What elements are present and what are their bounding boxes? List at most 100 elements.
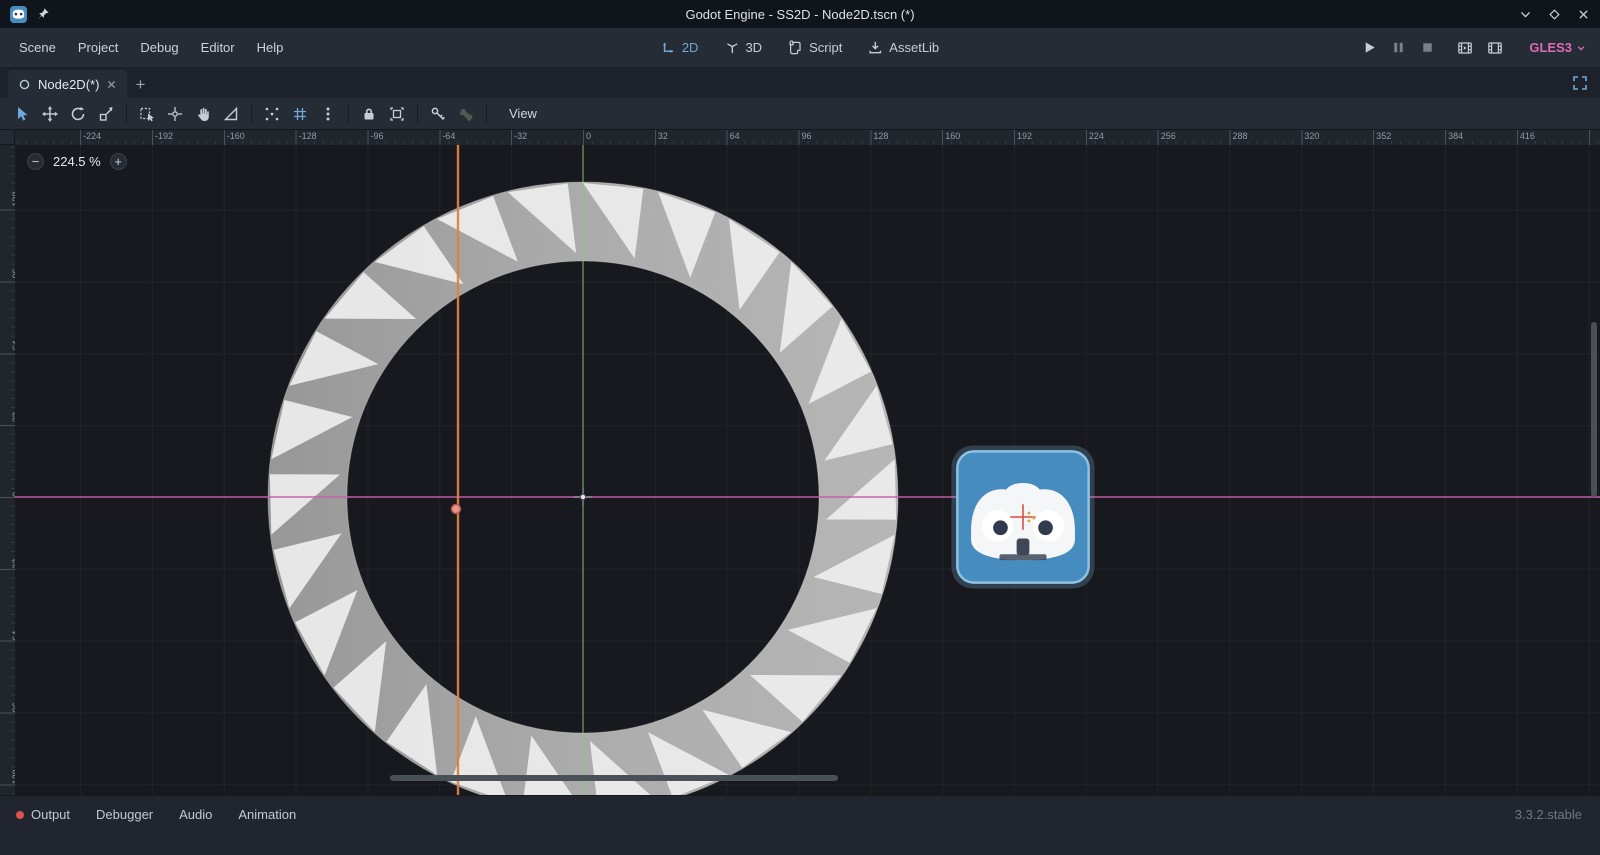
workspace-assetlib[interactable]: AssetLib [868,40,939,55]
shade-icon[interactable] [1519,8,1532,21]
3d-icon [724,40,739,55]
zoom-out-button[interactable]: − [27,153,44,170]
menu-editor[interactable]: Editor [190,40,246,55]
view-menu-button[interactable]: View [499,106,547,121]
menu-project[interactable]: Project [67,40,129,55]
toolbar-separator [251,104,252,124]
pause-button[interactable] [1391,40,1406,55]
ruler-left-label: 32 [11,559,15,569]
list-select-tool-icon[interactable] [133,101,161,127]
ruler-top-label: -64 [442,131,455,141]
play-custom-scene-button[interactable] [1487,40,1503,56]
titlebar: Godot Engine - SS2D - Node2D.tscn (*) [0,0,1600,28]
godot-chin [999,554,1046,560]
workspace-3d[interactable]: 3D [724,40,762,55]
assetlib-icon [868,40,883,55]
zoom-in-button[interactable]: + [110,153,127,170]
ruler-top[interactable]: -224-192-160-128-96-64-32032649612816019… [15,130,1600,145]
ruler-top-label: 256 [1161,131,1176,141]
pin-icon[interactable] [36,7,50,21]
move-tool-icon[interactable] [36,101,64,127]
engine-version: 3.3.2.stable [1515,805,1586,822]
ruler-top-label: 384 [1448,131,1463,141]
node2d-icon [18,78,31,91]
add-scene-tab-button[interactable]: + [127,72,153,98]
bottom-tab-output[interactable]: Output [14,805,83,824]
ruler-top-label: 416 [1520,131,1535,141]
maximize-icon[interactable] [1548,8,1561,21]
ruler-left-label: 96 [11,703,15,713]
toolbar-separator [486,104,487,124]
ruler-top-label: 192 [1017,131,1032,141]
godot-eye-left [993,520,1008,535]
vertical-scrollbar[interactable] [1591,322,1597,497]
play-button[interactable] [1362,40,1377,55]
ruler-corner [0,130,15,145]
lock-object-icon[interactable] [355,101,383,127]
scene-tab-node2d[interactable]: Node2D(*) [8,70,127,98]
group-object-icon[interactable] [383,101,411,127]
select-tool-icon[interactable] [8,101,36,127]
ruler-top-label: -96 [370,131,383,141]
2d-viewport[interactable]: − 224.5 % + [15,145,1600,795]
ruler-top-label: -128 [299,131,317,141]
ruler-left-label: 0 [11,492,15,497]
menu-scene[interactable]: Scene [8,40,67,55]
canvas-toolbar: View [0,98,1600,130]
origin-gizmo [574,488,592,506]
ruler-tool-icon[interactable] [217,101,245,127]
ruler-left-label: 64 [11,631,15,641]
stop-button[interactable] [1420,40,1435,55]
main-menus: Scene Project Debug Editor Help [0,40,294,55]
godot-editor-window: Godot Engine - SS2D - Node2D.tscn (*) Sc… [0,0,1600,855]
key-tool-icon[interactable] [424,101,452,127]
renderer-select[interactable]: GLES3 [1529,40,1586,55]
ruler-top-label: 32 [658,131,668,141]
grid-snap-icon[interactable] [286,101,314,127]
toolbar-separator [126,104,127,124]
workspace-2d[interactable]: 2D [661,40,699,55]
canvas-workspace: -224-192-160-128-96-64-32032649612816019… [0,130,1600,795]
bottom-tab-animation[interactable]: Animation [225,805,309,824]
menubar: Scene Project Debug Editor Help 2D 3D Sc… [0,28,1600,68]
ruler-left-label: -32 [11,412,15,425]
rotate-tool-icon[interactable] [64,101,92,127]
ruler-left-label: -64 [11,340,15,353]
smart-snap-icon[interactable] [258,101,286,127]
script-icon [788,40,803,55]
ruler-top-label: 288 [1233,131,1248,141]
scale-tool-icon[interactable] [92,101,120,127]
ruler-top-label: 224 [1089,131,1104,141]
ruler-top-label: 96 [802,131,812,141]
tab-close-icon[interactable] [106,79,117,90]
ruler-left-label: 128 [11,769,15,784]
scene-canvas[interactable] [15,145,1600,795]
ruler-left[interactable]: -128-96-64-320326496128 [0,145,15,795]
distraction-free-icon[interactable] [1572,75,1588,91]
bottom-tab-audio[interactable]: Audio [166,805,225,824]
menu-help[interactable]: Help [246,40,295,55]
window-title: Godot Engine - SS2D - Node2D.tscn (*) [0,7,1600,22]
snap-options-icon[interactable] [314,101,342,127]
play-scene-button[interactable] [1457,40,1473,56]
godot-icon-sprite[interactable] [951,445,1094,588]
ruler-top-label: 320 [1304,131,1319,141]
close-icon[interactable] [1577,8,1590,21]
error-indicator-dot [16,811,24,819]
pivot-tool-icon[interactable] [161,101,189,127]
ruler-top-label: 64 [730,131,740,141]
bone-tool-icon[interactable] [452,101,480,127]
ruler-top-label: 128 [873,131,888,141]
ruler-left-label: -96 [11,268,15,281]
zoom-level[interactable]: 224.5 % [53,154,101,169]
godot-eye-right [1038,520,1053,535]
ruler-top-label: 160 [945,131,960,141]
horizontal-scrollbar[interactable] [390,775,838,781]
workspace-script[interactable]: Script [788,40,842,55]
ruler-top-label: -192 [155,131,173,141]
workspace-switcher: 2D 3D Script AssetLib [661,40,939,55]
bottom-tab-debugger[interactable]: Debugger [83,805,166,824]
guide-handle[interactable] [452,505,461,514]
pan-tool-icon[interactable] [189,101,217,127]
menu-debug[interactable]: Debug [129,40,189,55]
